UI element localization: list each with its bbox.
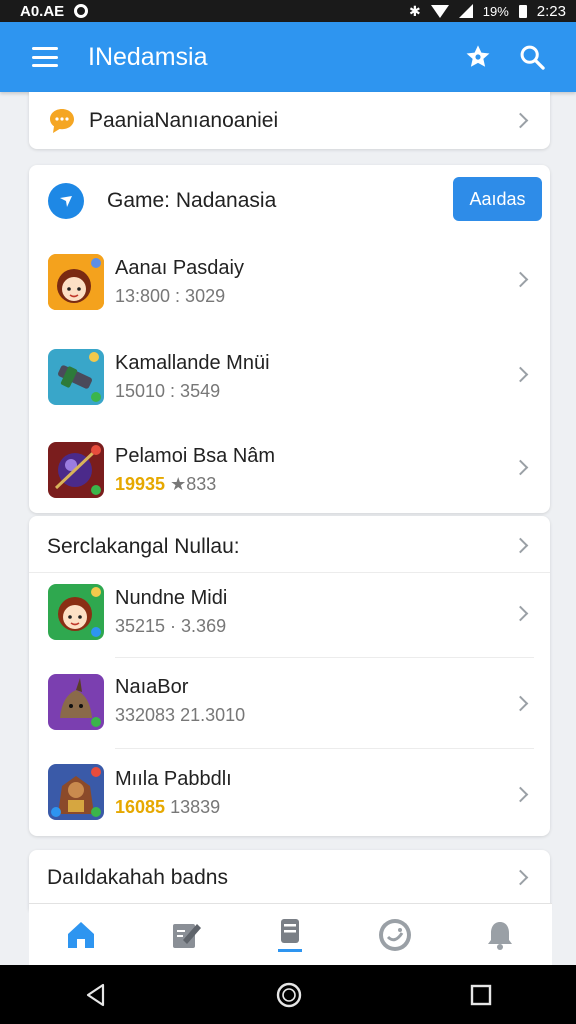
game-title: Mııla Pabbdlı (115, 768, 232, 790)
game-subtitle: 13:800 : 3029 (115, 286, 226, 306)
game-title: NaıaBor (115, 676, 189, 698)
game-subtitle-rest: 13839 (170, 797, 221, 817)
section2-card: Serclakangal Nullau: Nundne Midi 35215 ·… (29, 516, 550, 836)
game-list-item[interactable]: Nundne Midi 35215 · 3.369 (29, 576, 550, 656)
warrior-icon (48, 764, 104, 820)
battery-icon (518, 4, 527, 18)
section2-title: Serclakangal Nullau: (47, 535, 240, 558)
chevron-right-icon (512, 605, 529, 622)
game-subtitle: 19935 ★833 (115, 474, 216, 495)
top-card-label: PaaniaNanıanoaniei (89, 109, 279, 132)
chevron-right-icon (512, 271, 529, 288)
game-list-item[interactable]: Mııla Pabbdlı 16085 13839 (29, 756, 550, 836)
games-card-title: Game: Nadanasia (107, 189, 277, 212)
game-subtitle: 16085 13839 (115, 797, 220, 818)
game-title: Pelamoi Bsa Nâm (115, 445, 276, 467)
robot-arm-icon (48, 349, 104, 405)
app-bar: INedamsia (0, 22, 576, 92)
nav-home[interactable] (51, 910, 111, 960)
top-card[interactable]: PaaniaNanıanoaniei (29, 92, 550, 149)
notification-icon (74, 4, 89, 18)
chevron-right-icon (512, 786, 529, 803)
chevron-right-icon (512, 366, 529, 383)
bottom-card-label: Daıldakahah badns (47, 866, 228, 889)
bottom-nav (29, 903, 552, 966)
game-list-item[interactable]: Kamallande Mnüi 15010 : 3549 (29, 340, 550, 430)
recent-apps-icon[interactable] (469, 983, 493, 1007)
chevron-right-icon (512, 869, 529, 886)
home-icon (68, 922, 95, 948)
nav-edit[interactable] (156, 910, 216, 960)
girl-character-icon (48, 584, 104, 640)
game-subtitle-highlight: 19935 (115, 474, 166, 494)
chat-bubble-icon (50, 109, 74, 133)
game-subtitle-rest: ★833 (170, 474, 217, 494)
chevron-right-icon (512, 459, 529, 476)
game-subtitle-highlight: 16085 (115, 797, 166, 817)
purple-orb-icon (48, 442, 104, 498)
signal-icon (458, 4, 473, 18)
horned-creature-icon (48, 674, 104, 730)
game-list-item[interactable]: Pelamoi Bsa Nâm 19935 ★833 (29, 433, 550, 513)
nav-notifications[interactable] (470, 910, 530, 960)
games-card: Game: Nadanasia Aaıdas Aanaı Pasdaiy 13:… (29, 165, 550, 513)
edit-icon (172, 924, 201, 948)
chat-bubble-icon (379, 919, 412, 951)
wifi-icon (430, 4, 449, 18)
nav-chat[interactable] (365, 910, 425, 960)
status-bar: A0.AE ✱ 19% 2:23 (0, 0, 576, 22)
game-subtitle: 35215 · 3.369 (115, 616, 227, 636)
bookmark-list-icon (278, 919, 303, 952)
game-list-item[interactable]: NaıaBor 332083 21.3010 (29, 664, 550, 746)
battery-percent: 19% (482, 3, 509, 19)
status-left-text: A0.AE (20, 2, 65, 20)
game-title: Nundne Midi (115, 587, 228, 609)
bell-icon (487, 922, 512, 950)
game-list-item[interactable]: Aanaı Pasdaiy 13:800 : 3029 (29, 245, 550, 335)
games-card-logo-icon (48, 183, 84, 219)
nav-library[interactable] (260, 910, 320, 960)
bottom-card[interactable]: Daıldakahah badns (29, 850, 550, 910)
games-action-button[interactable]: Aaıdas (453, 177, 542, 221)
favorite-star-icon[interactable] (464, 43, 492, 71)
menu-icon[interactable] (32, 47, 58, 67)
search-icon[interactable] (518, 43, 546, 71)
system-nav-bar (0, 965, 576, 1024)
game-subtitle: 15010 : 3549 (115, 381, 221, 401)
girl-character-icon (48, 254, 104, 310)
app-title: INedamsia (88, 42, 208, 71)
clock: 2:23 (536, 2, 566, 20)
bluetooth-icon: ✱ (409, 2, 421, 19)
chevron-right-icon (512, 695, 529, 712)
game-title: Kamallande Mnüi (115, 352, 270, 374)
chevron-right-icon (512, 537, 529, 554)
section2-header[interactable]: Serclakangal Nullau: (29, 516, 550, 572)
home-circle-icon[interactable] (275, 981, 303, 1009)
back-icon[interactable] (83, 982, 109, 1008)
chevron-right-icon (512, 112, 529, 129)
game-title: Aanaı Pasdaiy (115, 257, 244, 279)
game-subtitle: 332083 21.3010 (115, 705, 246, 725)
